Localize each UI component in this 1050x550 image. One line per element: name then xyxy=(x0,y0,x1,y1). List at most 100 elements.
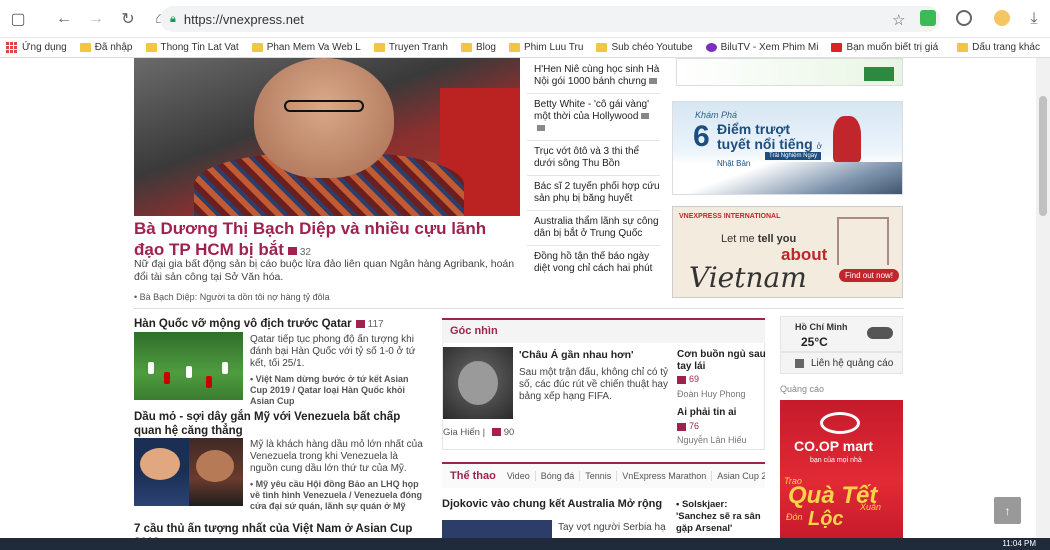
bookmark-other-folder[interactable]: Dấu trang khác xyxy=(957,42,1040,53)
reload-icon[interactable]: ↻ xyxy=(114,5,142,33)
page-content: Bà Dương Thị Bạch Diệp và nhiều cựu lãnh… xyxy=(0,58,1036,538)
opinion-side-title[interactable]: Ai phải tin ai xyxy=(677,407,767,419)
ad-banner-top[interactable] xyxy=(676,58,903,86)
bookmark-site[interactable]: BiluTV - Xem Phim Mi xyxy=(705,42,818,53)
folder-icon xyxy=(373,43,385,52)
list-item[interactable]: Đồng hồ tận thế báo ngày diệt vong chỉ c… xyxy=(527,246,660,280)
tab-tennis[interactable]: Tennis xyxy=(579,471,616,481)
list-item[interactable]: H'Hen Niê cùng học sinh Hà Nội gói 1000 … xyxy=(527,58,660,94)
news-related[interactable]: • Việt Nam dừng bước ở tứ kết Asian Cup … xyxy=(250,374,426,407)
news-title[interactable]: Dầu mỏ - sợi dây gắn Mỹ với Venezuela bấ… xyxy=(134,410,424,438)
bookmark-folder[interactable]: Đã nhập xyxy=(79,42,133,53)
hero-image[interactable] xyxy=(134,58,520,216)
weather-temp: 25°C xyxy=(801,335,828,349)
tab-bong-da[interactable]: Bóng đá xyxy=(534,471,580,481)
section-goc-nhin-header[interactable]: Góc nhìn xyxy=(442,318,765,343)
bookmark-apps[interactable]: Ứng dụng xyxy=(6,42,67,53)
sport-description: Tay vợt người Serbia hạ xyxy=(558,522,666,533)
sport-side-link[interactable]: • Solskjaer: 'Sanchez sẽ ra sân gặp Arse… xyxy=(676,499,762,535)
site-icon xyxy=(831,43,843,52)
bookmark-folder[interactable]: Phan Mem Va Web L xyxy=(251,42,361,53)
news-title[interactable]: 7 cầu thủ ấn tượng nhất của Việt Nam ở A… xyxy=(134,522,434,538)
folder-icon xyxy=(145,43,157,52)
news-thumbnail[interactable] xyxy=(134,438,243,506)
folder-icon xyxy=(957,43,969,52)
window-menu-icon[interactable]: ▢ xyxy=(4,5,32,33)
list-item[interactable]: Betty White - 'cô gái vàng' một thời của… xyxy=(527,94,660,141)
ad-vnexpress-international[interactable]: VNEXPRESS INTERNATIONAL Let me tell you … xyxy=(672,206,903,298)
goc-nhin-box: 'Châu Á gần nhau hơn' Sau một trận đấu, … xyxy=(442,343,767,450)
tab-video[interactable]: Video xyxy=(502,471,535,481)
list-item[interactable]: Australia thẩm lãnh sự công dân bị bắt ở… xyxy=(527,211,660,246)
bookmark-folder[interactable]: Thong Tin Lat Vat xyxy=(145,42,239,53)
author-photo[interactable] xyxy=(443,347,513,419)
back-icon[interactable]: ← xyxy=(50,5,78,33)
cloud-icon xyxy=(867,327,893,339)
tab-the-thao[interactable]: Thể thao xyxy=(450,470,496,482)
ad-coopmart[interactable]: CO.OP mart bạn của mọi nhà Trao Quà Tết … xyxy=(780,400,903,538)
skier-image xyxy=(833,116,861,162)
opinion-side-author[interactable]: Nguyễn Lân Hiếu xyxy=(677,435,747,445)
news-thumbnail[interactable] xyxy=(134,332,243,400)
folder-icon xyxy=(596,43,608,52)
comment-icon xyxy=(677,422,686,431)
bookmark-folder[interactable]: Blog xyxy=(460,42,496,53)
address-url[interactable]: https://vnexpress.net xyxy=(184,12,304,27)
list-item[interactable]: Trục vớt ôtô và 3 thi thể dưới sông Thu … xyxy=(527,141,660,176)
lock-icon: 🔒︎ xyxy=(170,12,176,25)
video-icon xyxy=(641,113,650,120)
ad-label: Quảng cáo xyxy=(780,384,825,394)
extension-icon[interactable] xyxy=(956,10,972,26)
opinion-side-title[interactable]: Cơn buồn ngủ sau tay lái xyxy=(677,349,767,373)
profile-emoji-icon[interactable] xyxy=(994,10,1010,26)
video-icon xyxy=(649,78,658,85)
bookmark-star-icon[interactable]: ☆ xyxy=(892,11,905,29)
weather-widget[interactable]: Hồ Chí Minh 25°C xyxy=(780,316,903,352)
camera-icon xyxy=(537,125,545,132)
hero-related-link[interactable]: • Bà Bạch Diệp: Người ta dồn tôi nợ hàng… xyxy=(134,292,330,302)
scale-illustration xyxy=(837,217,889,265)
explore-button[interactable]: Trải Nghiệm Ngay xyxy=(765,152,822,160)
opinion-description: Sau một trận đấu, không chỉ có tỷ số, cá… xyxy=(519,367,668,402)
folder-icon xyxy=(508,43,520,52)
folder-icon xyxy=(79,43,91,52)
bookmark-site[interactable]: Bạn muốn biết trị giá xyxy=(831,42,938,53)
opinion-side-author[interactable]: Đoàn Huy Phong xyxy=(677,389,746,399)
find-out-button[interactable]: Find out now! xyxy=(839,269,900,282)
bookmark-folder[interactable]: Sub chéo Youtube xyxy=(596,42,693,53)
news-related[interactable]: • Mỹ yêu cầu Hội đồng Bảo an LHQ họp về … xyxy=(250,479,426,512)
apps-icon xyxy=(6,42,17,53)
hero-headline[interactable]: Bà Dương Thị Bạch Diệp và nhiều cựu lãnh… xyxy=(134,218,520,263)
mid-news-list: H'Hen Niê cùng học sinh Hà Nội gói 1000 … xyxy=(527,58,660,280)
address-bar[interactable]: 🔒︎ https://vnexpress.net xyxy=(160,6,940,32)
hero-description: Nữ đại gia bất động sản bị cáo buộc lừa … xyxy=(134,258,515,283)
news-title[interactable]: Hàn Quốc vỡ mộng vô địch trước Qatar 117 xyxy=(134,317,434,332)
ad-ski-japan[interactable]: Khám Phá 6 Điểm trượt tuyết nổi tiếng ở … xyxy=(672,101,903,195)
tab-marathon[interactable]: VnExpress Marathon xyxy=(616,471,711,481)
bookmark-folder[interactable]: Phim Luu Tru xyxy=(508,42,583,53)
weather-city[interactable]: Hồ Chí Minh xyxy=(795,322,848,332)
list-item[interactable]: Bác sĩ 2 tuyến phối hợp cứu sản phụ bị b… xyxy=(527,176,660,211)
comment-icon xyxy=(677,375,686,384)
sport-headline[interactable]: Djokovic vào chung kết Australia Mở rộng xyxy=(442,498,662,510)
folder-icon xyxy=(460,43,472,52)
contact-ads-link[interactable]: Liên hệ quảng cáo xyxy=(780,352,903,374)
page-scrollbar[interactable] xyxy=(1036,58,1050,538)
back-to-top-button[interactable]: ↑ xyxy=(994,497,1021,524)
comment-icon xyxy=(491,428,501,437)
tab-asian-cup[interactable]: Asian Cup 2019 xyxy=(711,471,765,481)
download-icon[interactable]: ⤓ xyxy=(1020,5,1048,33)
download-extension-icon[interactable] xyxy=(920,10,936,26)
news-description: Mỹ là khách hàng dầu mỏ lớn nhất của Ven… xyxy=(250,439,423,474)
scrollbar-thumb[interactable] xyxy=(1039,96,1047,216)
coopmart-logo xyxy=(820,412,860,434)
bilutv-icon xyxy=(705,43,717,52)
section-the-thao-header: Thể thao Video Bóng đá Tennis VnExpress … xyxy=(442,462,765,488)
news-description: Qatar tiếp tục phong độ ấn tượng khi đán… xyxy=(250,334,416,369)
bookmarks-bar: Ứng dụng Đã nhập Thong Tin Lat Vat Phan … xyxy=(0,38,1050,58)
forward-icon[interactable]: → xyxy=(82,5,110,33)
sport-thumbnail[interactable] xyxy=(442,520,552,538)
bookmark-folder[interactable]: Truyen Tranh xyxy=(373,42,448,53)
opinion-title[interactable]: 'Châu Á gần nhau hơn' xyxy=(519,349,634,361)
opinion-author[interactable]: Gia Hiển | 90 xyxy=(443,427,514,438)
